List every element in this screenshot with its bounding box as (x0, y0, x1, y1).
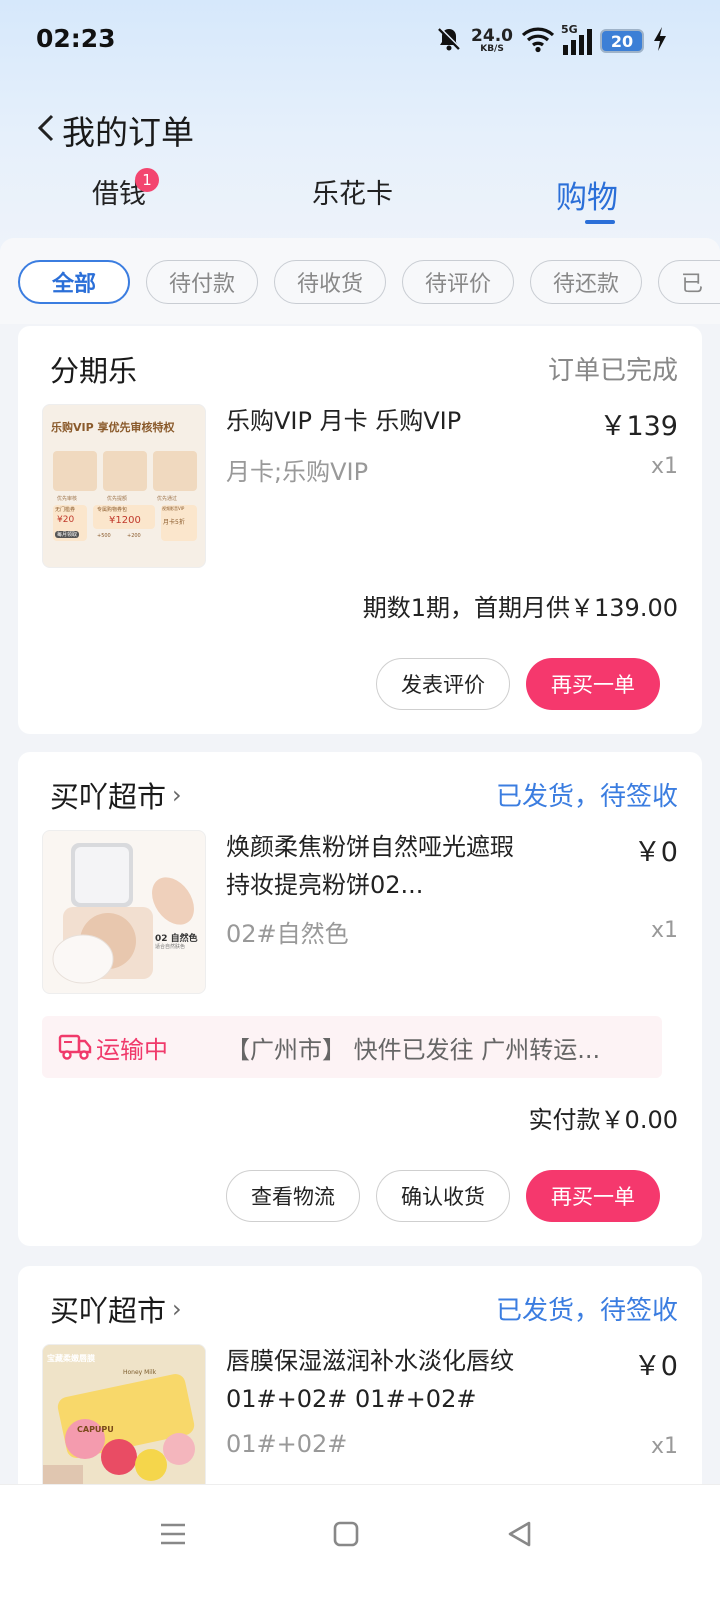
status-icons: 24.0 KB/S 5G 20 (435, 23, 668, 58)
thumb-shade-sub: 适合自然肤色 (155, 944, 186, 950)
filter-bar: 全部 待付款 待收货 待评价 待还款 已 (0, 238, 720, 324)
battery-icon: 20 (600, 29, 644, 53)
product-qty: x1 (650, 454, 678, 479)
logistics-text: 【广州市】 快件已发往 广州转运... (226, 1036, 601, 1064)
shop-name[interactable]: 买吖超市 › (50, 1288, 182, 1330)
product-name[interactable]: 唇膜保湿滋润补水淡化唇纹01#+02# 01#+02# (226, 1342, 516, 1418)
product-name[interactable]: 乐购VIP 月卡 乐购VIP (226, 402, 516, 440)
view-logistics-button[interactable]: 查看物流 (226, 1170, 360, 1222)
back-triangle-icon[interactable] (494, 1509, 544, 1559)
shop-name-label: 分期乐 (50, 354, 138, 388)
product-qty: x1 (650, 1434, 678, 1459)
active-tab-indicator (585, 220, 615, 224)
home-square-icon[interactable] (321, 1509, 371, 1559)
compact-powder-image (52, 843, 194, 984)
mute-bell-icon (435, 25, 463, 57)
logistics-status: 运输中 (96, 1036, 168, 1064)
thumb-pack-extra-1: +500 (97, 533, 111, 539)
back-button[interactable] (26, 108, 66, 148)
signal-icon: 5G (561, 23, 592, 55)
product-price: ￥0 (633, 837, 678, 868)
order-card: 买吖超市 › 已发货，待签收 02 自然色 适合自然肤色 焕颜柔焦粉饼自然哑光遮… (18, 752, 702, 1246)
wifi-icon (521, 25, 555, 57)
confirm-receipt-button[interactable]: 确认收货 (376, 1170, 510, 1222)
thumb-feature-2: 优先提额 (107, 496, 128, 502)
thumb-vip-label: 视频影音VIP (162, 506, 185, 511)
product-thumbnail[interactable]: 02 自然色 适合自然肤色 (42, 830, 206, 994)
network-label: 5G (561, 23, 578, 36)
status-bar: 02:23 24.0 KB/S 5G 20 (0, 0, 720, 80)
product-name[interactable]: 焕颜柔焦粉饼自然哑光遮瑕持妆提亮粉饼02... (226, 828, 516, 904)
chevron-left-icon (37, 114, 54, 142)
shop-name[interactable]: 买吖超市 › (50, 774, 182, 816)
tab-lehuaka[interactable]: 乐花卡 (312, 172, 393, 211)
thumb-feature-1: 优先审核 (57, 496, 78, 502)
chevron-right-icon: › (172, 781, 182, 809)
product-spec: 月卡;乐购VIP (226, 458, 369, 486)
thumb-title: 乐购VIP 享优先审核特权 (51, 421, 175, 434)
tab-shopping[interactable]: 购物 (556, 172, 618, 217)
thumb-product-tag: Honey Milk (123, 1369, 157, 1376)
product-price: ￥139 (599, 411, 678, 442)
thumb-feature-3: 优先通过 (157, 496, 178, 502)
filter-all[interactable]: 全部 (18, 260, 130, 304)
net-speed-value: 24.0 (471, 26, 513, 46)
order-card: 分期乐 订单已完成 乐购VIP 享优先审核特权 优先审核 优先提额 优先通过 无… (18, 326, 702, 734)
product-spec: 01#+02# (226, 1430, 348, 1458)
buy-again-button[interactable]: 再买一单 (526, 658, 660, 710)
charging-icon (652, 26, 668, 56)
status-time: 02:23 (36, 24, 116, 53)
order-card: 买吖超市 › 已发货，待签收 宝藏柔嫩唇膜 Honey Milk CAPUPU … (18, 1266, 702, 1506)
top-tabs: 借钱 1 乐花卡 购物 (0, 168, 720, 228)
product-price: ￥0 (633, 1351, 678, 1382)
thumb-coupon-label: 无门槛券 (55, 507, 76, 513)
filter-pending-payment[interactable]: 待付款 (146, 260, 258, 304)
order-status: 已发货，待签收 (495, 1296, 678, 1326)
shop-name-label: 买吖超市 (50, 1294, 167, 1328)
thumb-pack-value: ¥1200 (109, 515, 141, 526)
filter-pending-repayment[interactable]: 待还款 (530, 260, 642, 304)
product-qty: x1 (650, 918, 678, 943)
menu-icon[interactable] (148, 1509, 198, 1559)
truck-icon (58, 1030, 92, 1066)
buy-again-button[interactable]: 再买一单 (526, 1170, 660, 1222)
paid-amount: 实付款￥0.00 (528, 1106, 678, 1134)
thumb-coupon-button: 每月领取 (55, 531, 80, 538)
order-status: 已发货，待签收 (495, 782, 678, 812)
product-thumbnail[interactable]: 宝藏柔嫩唇膜 Honey Milk CAPUPU (42, 1344, 206, 1506)
shop-name-label: 买吖超市 (50, 780, 167, 814)
write-review-button[interactable]: 发表评价 (376, 658, 510, 710)
filter-pending-receipt[interactable]: 待收货 (274, 260, 386, 304)
page-header: 我的订单 (0, 100, 720, 158)
product-spec: 02#自然色 (226, 920, 349, 948)
filter-pending-review[interactable]: 待评价 (402, 260, 514, 304)
logistics-bar[interactable]: 运输中 【广州市】 快件已发往 广州转运... (42, 1016, 662, 1078)
product-thumbnail[interactable]: 乐购VIP 享优先审核特权 优先审核 优先提额 优先通过 无门槛券 ¥20 每月… (42, 404, 206, 568)
chevron-right-icon: › (172, 1295, 182, 1323)
thumb-product-title: 宝藏柔嫩唇膜 (47, 1354, 95, 1363)
page-title: 我的订单 (62, 113, 194, 152)
thumb-pack-label: 专属购物券包 (97, 507, 128, 513)
thumb-brand: CAPUPU (77, 1425, 114, 1434)
installment-summary: 期数1期，首期月供￥139.00 (362, 594, 678, 622)
thumb-coupon-value: ¥20 (57, 515, 75, 525)
filter-more[interactable]: 已 (658, 260, 720, 304)
net-speed: 24.0 KB/S (471, 28, 513, 54)
order-status: 订单已完成 (547, 356, 678, 386)
net-speed-unit: KB/S (480, 44, 504, 54)
thumb-vip-discount: 月卡5折 (163, 519, 185, 526)
thumb-pack-extra-2: +200 (127, 533, 141, 539)
tab-borrow-badge: 1 (135, 168, 159, 192)
system-nav-bar (0, 1484, 720, 1604)
shop-name[interactable]: 分期乐 (50, 348, 137, 390)
